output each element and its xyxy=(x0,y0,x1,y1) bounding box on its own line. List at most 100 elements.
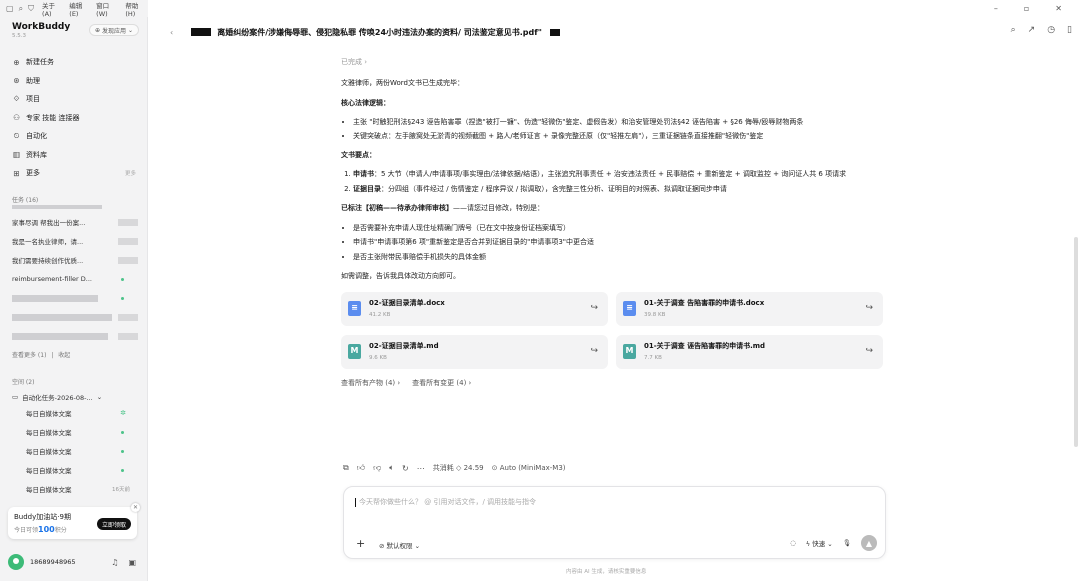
promo-card[interactable]: Buddy加油站·9期 今日可领100积分 立即领取 ✕ xyxy=(8,503,140,539)
send-button[interactable]: ▲ xyxy=(861,535,877,551)
space-item-label: 每日自媒体文案 xyxy=(26,429,72,437)
menu-edit[interactable]: 编辑(E) xyxy=(69,0,91,18)
sidebar-item-automation[interactable]: ⏲ 自动化 xyxy=(8,127,140,146)
list-item[interactable] xyxy=(12,330,138,342)
project-icon: ⟐ xyxy=(13,94,20,104)
list-item[interactable]: 家事尽调 帮我出一份案... xyxy=(12,216,138,228)
list-item: 申请书：5 大节（申请人/申请事项/事实理由/法律依据/结语），主张追究刑事责任… xyxy=(353,169,885,180)
menu-about[interactable]: 关于(A) xyxy=(42,0,64,18)
list-item[interactable]: 我们需要持续创作优质... xyxy=(12,254,138,266)
sidebar-item-experts[interactable]: ⚇ 专家 技能 连接器 xyxy=(8,109,140,128)
share-icon[interactable]: ↪ xyxy=(865,302,873,316)
file-card[interactable]: M 01-关于调查 诬告陷害罪的申请书.md 7.7 KB ↪ xyxy=(616,334,883,369)
sidebar-item-new-task[interactable]: ⊕ 新建任务 xyxy=(8,53,140,72)
maximize-icon[interactable]: ▫ xyxy=(1024,4,1029,13)
discover-apps-button[interactable]: ⊕ 发现应用 ⌄ xyxy=(89,24,140,36)
user-name: 18689948965 xyxy=(30,558,76,566)
panel-icon[interactable]: ▯ xyxy=(1067,25,1072,35)
close-icon[interactable]: ✕ xyxy=(1055,4,1062,13)
done-label: 已完成 xyxy=(341,58,362,66)
message-input[interactable]: 今天帮你做些什么？ @ 引用对话文件，/ 调用技能与指令 xyxy=(355,497,536,507)
composer[interactable]: 今天帮你做些什么？ @ 引用对话文件，/ 调用技能与指令 + ⊘ 默认权限 ⌄ … xyxy=(343,486,886,559)
more-icon[interactable]: ⋯ xyxy=(417,464,425,473)
file-card[interactable]: M 02-证据目录清单.md 9.6 KB ↪ xyxy=(341,334,608,369)
doc-item-bold: 证据目录 xyxy=(353,184,381,193)
sidebar-item-label: 自动化 xyxy=(26,132,47,141)
text-caret xyxy=(355,497,356,507)
window-icon[interactable]: ▢ xyxy=(6,4,14,13)
tasks-header[interactable]: 任务 (16) xyxy=(12,195,38,204)
space-item[interactable]: 每日自媒体文案 xyxy=(26,464,138,476)
filter-icon[interactable]: ⛉ xyxy=(28,4,34,14)
avatar[interactable] xyxy=(8,554,24,570)
list-item: 是否主张附带民事赔偿手机损失的具体金额 xyxy=(353,252,885,263)
promo-amount: 100 xyxy=(38,525,55,534)
loading-icon: ✲ xyxy=(120,409,126,417)
space-item[interactable]: 每日自媒体文案 xyxy=(26,426,138,438)
tasks-collapse-link[interactable]: 收起 xyxy=(58,352,70,359)
sidebar-item-assistant[interactable]: ⊛ 助理 xyxy=(8,72,140,91)
file-card[interactable]: ≡ 02-证据目录清单.docx 41.2 KB ↪ xyxy=(341,291,608,326)
done-status[interactable]: 已完成 › xyxy=(341,57,885,68)
file-size: 7.7 KB xyxy=(644,354,662,361)
sidebar-item-more[interactable]: ⊞ 更多 更多 xyxy=(8,164,140,183)
list-item[interactable]: 我是一名执业律师，请... xyxy=(12,235,138,247)
share-icon[interactable]: ↪ xyxy=(590,345,598,359)
copy-icon[interactable]: ⧉ xyxy=(343,463,349,473)
minimize-icon[interactable]: – xyxy=(994,4,998,13)
menu-help[interactable]: 帮助(H) xyxy=(125,0,148,18)
permission-select[interactable]: ⊘ 默认权限 ⌄ xyxy=(379,540,420,550)
loading-icon: ◌ xyxy=(790,539,796,547)
claim-button[interactable]: 立即领取 xyxy=(96,518,131,530)
model-indicator[interactable]: ⊙ Auto (MiniMax-M3) xyxy=(492,464,566,472)
logic-list: 主张 "时触犯刑法§243 诬告陷害罪（捏造"被打一镰"、伪造"轻微伤"鉴定、虚… xyxy=(353,117,885,143)
mode-label: 快速 xyxy=(812,540,826,548)
space-item[interactable]: 每日自媒体文案 ✲ xyxy=(26,407,138,419)
cost-label: 共消耗 xyxy=(432,464,454,472)
view-changes-link[interactable]: 查看所有变更 (4) › xyxy=(412,378,471,389)
doc-item-text: ：5 大节（申请人/申请事项/事实理由/法律依据/结语），主张追究刑事责任 + … xyxy=(374,170,847,179)
task-label: 我们需要持续创作优质... xyxy=(12,257,84,265)
tasks-more-link[interactable]: 查看更多 (1) xyxy=(12,352,46,359)
sidebar-item-label: 专家 技能 连接器 xyxy=(26,113,80,122)
search-icon[interactable]: ⌕ xyxy=(1011,25,1016,35)
file-card[interactable]: ≡ 01-关于调查 告陷害罪的申请书.docx 39.8 KB ↪ xyxy=(616,291,883,326)
share-icon[interactable]: ↪ xyxy=(865,345,873,359)
expert-icon: ⚇ xyxy=(13,113,20,123)
sidebar-item-project[interactable]: ⟐ 项目 xyxy=(8,90,140,109)
close-icon[interactable]: ✕ xyxy=(131,503,140,512)
menu-window[interactable]: 窗口(W) xyxy=(96,0,120,18)
list-item[interactable] xyxy=(12,292,138,304)
space-folder[interactable]: ▭ 自动化任务-2026-08-... ⌄ xyxy=(12,391,138,403)
space-item[interactable]: 每日自媒体文案 xyxy=(26,445,138,457)
share-icon[interactable]: ↪ xyxy=(590,302,598,316)
back-icon[interactable]: ‹ xyxy=(170,28,173,37)
space-header[interactable]: 空间 (2) xyxy=(12,377,34,386)
sidebar-item-trail: 更多 xyxy=(124,171,136,178)
search-icon[interactable]: ⌕ xyxy=(19,4,23,14)
sidebar-item-library[interactable]: ▥ 资料库 xyxy=(8,146,140,165)
retry-icon[interactable]: ↻ xyxy=(402,464,409,473)
list-item[interactable] xyxy=(12,311,138,323)
scrollbar[interactable] xyxy=(1074,237,1078,447)
redacted-block xyxy=(118,218,138,226)
microphone-icon[interactable]: 🎙︎ xyxy=(843,539,851,547)
file-cards: ≡ 02-证据目录清单.docx 41.2 KB ↪ ≡ 01-关于调查 告陷害… xyxy=(341,291,885,369)
space-item[interactable]: 每日自媒体文案 16天前 xyxy=(26,483,138,495)
add-attachment-button[interactable]: + xyxy=(356,537,365,550)
bell-icon[interactable]: ♫ xyxy=(111,558,118,567)
share-icon[interactable]: ↗ xyxy=(1028,25,1036,35)
speaker-icon[interactable]: 🔈︎ xyxy=(389,463,394,473)
chat-icon[interactable]: ▣ xyxy=(128,558,136,567)
mode-select[interactable]: ϟ 快速 ⌄ xyxy=(806,538,833,548)
view-outputs-link[interactable]: 查看所有产物 (4) › xyxy=(341,378,400,389)
list-item-hidden[interactable] xyxy=(12,204,138,210)
page-title: 离婚纠纷案件/涉嫌侮辱罪、侵犯隐私罪 传唤24小时违法办案的资料/ 司法鉴定意见… xyxy=(217,27,542,37)
file-name: 01-关于调查 诬告陷害罪的申请书.md xyxy=(644,341,766,350)
thumbs-down-icon[interactable]: 👎︎ xyxy=(373,463,381,473)
list-item[interactable]: reimbursement-filler D... xyxy=(12,273,138,285)
space-item-time: 16天前 xyxy=(112,487,130,493)
history-icon[interactable]: ◷ xyxy=(1047,25,1055,35)
status-dot xyxy=(121,296,124,300)
thumbs-up-icon[interactable]: 👍︎ xyxy=(357,463,365,473)
